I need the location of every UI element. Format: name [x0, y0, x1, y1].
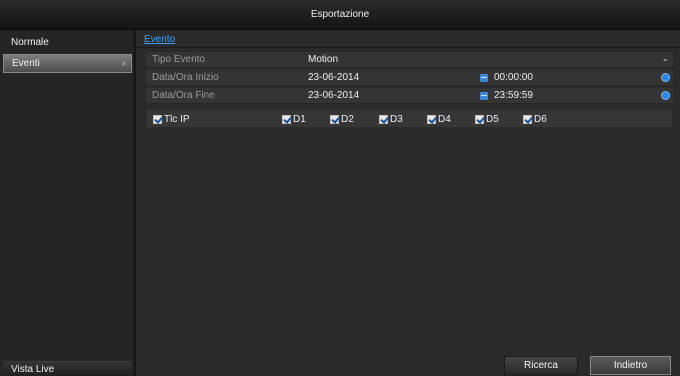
tab-evento[interactable]: Evento	[144, 34, 175, 45]
checkbox-label: D3	[390, 114, 403, 125]
checkbox-label: D1	[293, 114, 306, 125]
checkbox-icon[interactable]	[379, 115, 388, 124]
chevron-down-icon[interactable]: ⌄	[661, 53, 669, 64]
sidebar-item-label: Eventi	[12, 58, 40, 69]
clock-icon[interactable]	[661, 73, 670, 82]
camera-selection-row: Tlc IP D1 D2 D3 D4 D5 D6	[146, 109, 673, 128]
sidebar: Normale Eventi › Vista Live	[0, 30, 135, 376]
chevron-right-icon: ›	[122, 58, 125, 68]
checkbox-label: D4	[438, 114, 451, 125]
clock-icon[interactable]	[661, 91, 670, 100]
checkbox-icon[interactable]	[330, 115, 339, 124]
live-view-label: Vista Live	[11, 364, 55, 375]
sidebar-item-label: Normale	[11, 37, 49, 48]
checkbox-d1[interactable]: D1	[282, 114, 306, 125]
checkbox-d2[interactable]: D2	[330, 114, 354, 125]
event-type-label: Tipo Evento	[152, 54, 205, 65]
start-date-field[interactable]: 23-06-2014	[308, 72, 359, 83]
checkbox-d3[interactable]: D3	[379, 114, 403, 125]
end-datetime-row: Data/Ora Fine 23-06-2014 23:59:59	[146, 88, 673, 104]
window-title: Esportazione	[0, 0, 680, 30]
start-datetime-row: Data/Ora Inizio 23-06-2014 00:00:00	[146, 70, 673, 86]
export-form: Tipo Evento Motion ⌄ Data/Ora Inizio 23-…	[146, 52, 673, 128]
sidebar-item-normale[interactable]: Normale	[3, 33, 132, 52]
checkbox-tlc-ip[interactable]: Tlc IP	[153, 114, 190, 125]
checkbox-label: D6	[534, 114, 547, 125]
calendar-icon[interactable]	[480, 74, 488, 82]
back-button[interactable]: Indietro	[590, 356, 671, 375]
live-view-button[interactable]: Vista Live	[3, 361, 132, 376]
checkbox-icon[interactable]	[427, 115, 436, 124]
checkbox-icon[interactable]	[282, 115, 291, 124]
checkbox-label: D5	[486, 114, 499, 125]
start-datetime-label: Data/Ora Inizio	[152, 72, 219, 83]
sidebar-item-eventi[interactable]: Eventi ›	[3, 54, 132, 73]
checkbox-d5[interactable]: D5	[475, 114, 499, 125]
event-type-row[interactable]: Tipo Evento Motion ⌄	[146, 52, 673, 68]
search-button[interactable]: Ricerca	[504, 356, 578, 375]
checkbox-icon[interactable]	[475, 115, 484, 124]
calendar-icon[interactable]	[480, 92, 488, 100]
end-time-field[interactable]: 23:59:59	[494, 90, 533, 101]
checkbox-icon[interactable]	[523, 115, 532, 124]
checkbox-d6[interactable]: D6	[523, 114, 547, 125]
end-date-field[interactable]: 23-06-2014	[308, 90, 359, 101]
event-type-select[interactable]: Motion	[308, 54, 338, 65]
checkbox-d4[interactable]: D4	[427, 114, 451, 125]
checkbox-label: D2	[341, 114, 354, 125]
checkbox-icon[interactable]	[153, 115, 162, 124]
end-datetime-label: Data/Ora Fine	[152, 90, 215, 101]
start-time-field[interactable]: 00:00:00	[494, 72, 533, 83]
checkbox-label: Tlc IP	[164, 114, 190, 125]
tab-divider	[136, 47, 680, 48]
main-panel: Evento Tipo Evento Motion ⌄ Data/Ora Ini…	[136, 30, 680, 376]
